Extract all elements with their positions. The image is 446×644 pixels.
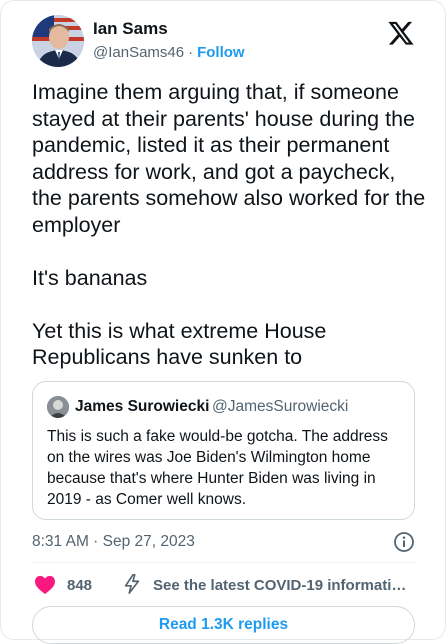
quoted-text: This is such a fake would-be gotcha. The… [47,428,388,508]
tweet-paragraph: Yet this is what extreme House Republica… [32,318,327,370]
quoted-tweet[interactable]: James Surowiecki @JamesSurowiecki This i… [32,381,415,520]
tweet-paragraph: It's bananas [32,265,148,290]
tweet-card: Ian Sams @IanSams46 · Follow Imagine the… [0,0,446,644]
author-avatar[interactable] [32,15,84,67]
follow-button[interactable]: Follow [197,44,245,61]
tweet-paragraph: Imagine them arguing that, if someone st… [32,80,426,237]
author-handle[interactable]: @IanSams46 [93,44,184,61]
bolt-icon [121,573,143,595]
author-name[interactable]: Ian Sams [93,19,168,39]
read-replies-button[interactable]: Read 1.3K replies [32,606,415,644]
quoted-author-name: James Surowiecki [75,398,210,415]
author-handle-row: @IanSams46 · Follow [93,44,245,61]
separator-dot: · [188,44,194,61]
quoted-author-handle: @JamesSurowiecki [212,398,349,415]
covid-info-link[interactable]: See the latest COVID-19 information... [153,577,415,594]
heart-icon[interactable] [34,575,56,595]
tweet-timestamp[interactable]: 8:31 AM · Sep 27, 2023 [32,533,195,551]
tweet-text: Imagine them arguing that, if someone st… [32,79,427,371]
like-count: 848 [67,577,93,594]
quoted-author-avatar [47,396,69,418]
divider [32,562,415,563]
info-icon[interactable] [393,531,415,553]
x-logo-icon[interactable] [387,19,415,47]
